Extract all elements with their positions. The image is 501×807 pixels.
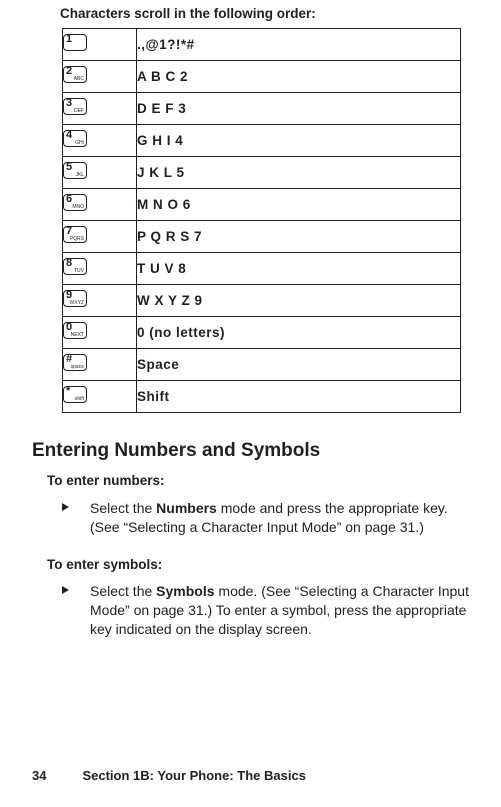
table-row: 0 NEXT 0 (no letters): [63, 317, 461, 349]
keypad-4-icon: 4 GHI: [63, 130, 87, 147]
key-main: #: [66, 354, 72, 365]
table-row: 8 TUV T U V 8: [63, 253, 461, 285]
key-sub: DEF: [74, 109, 84, 114]
char-cell: G H I 4: [137, 125, 461, 157]
key-main: 1: [66, 34, 72, 45]
text-span: Select the: [90, 500, 156, 516]
key-main: 8: [66, 258, 72, 269]
keypad-6-icon: 6 MNO: [63, 194, 87, 211]
char-cell: W X Y Z 9: [137, 285, 461, 317]
char-cell: 0 (no letters): [137, 317, 461, 349]
key-sub: WXYZ: [70, 301, 84, 306]
page-footer: 34 Section 1B: Your Phone: The Basics: [32, 768, 306, 783]
keypad-5-icon: 5 JKL: [63, 162, 87, 179]
char-cell: P Q R S 7: [137, 221, 461, 253]
table-row: * shift Shift: [63, 381, 461, 413]
text-span: Select the: [90, 583, 156, 599]
table-row: 5 JKL J K L 5: [63, 157, 461, 189]
table-row: 4 GHI G H I 4: [63, 125, 461, 157]
bullet-numbers: Select the Numbers mode and press the ap…: [62, 499, 472, 537]
keypad-8-icon: 8 TUV: [63, 258, 87, 275]
key-cell: * shift: [63, 381, 137, 413]
keypad-2-icon: 2 ABC: [63, 66, 87, 83]
key-main: 6: [66, 194, 72, 205]
char-cell: Space: [137, 349, 461, 381]
key-main: 9: [66, 290, 72, 301]
table-row: 7 PQRS P Q R S 7: [63, 221, 461, 253]
table-row: 9 WXYZ W X Y Z 9: [63, 285, 461, 317]
bold-span: Numbers: [156, 500, 217, 516]
section-intro-text: Characters scroll in the following order…: [60, 6, 316, 21]
key-cell: 3 DEF: [63, 93, 137, 125]
char-cell: A B C 2: [137, 61, 461, 93]
char-cell: J K L 5: [137, 157, 461, 189]
heading-entering-numbers-symbols: Entering Numbers and Symbols: [32, 440, 320, 462]
triangle-bullet-icon: [62, 586, 69, 594]
key-sub: MNO: [72, 205, 84, 210]
character-table: 1 .,@1?!*# 2 ABC A B C 2 3: [62, 28, 461, 413]
key-cell: 2 ABC: [63, 61, 137, 93]
char-cell: T U V 8: [137, 253, 461, 285]
keypad-3-icon: 3 DEF: [63, 98, 87, 115]
key-main: 2: [66, 66, 72, 77]
key-cell: 4 GHI: [63, 125, 137, 157]
key-main: 4: [66, 130, 72, 141]
key-cell: 9 WXYZ: [63, 285, 137, 317]
key-sub: space: [71, 365, 84, 370]
table-row: 6 MNO M N O 6: [63, 189, 461, 221]
table-row: 2 ABC A B C 2: [63, 61, 461, 93]
key-sub: JKL: [75, 173, 84, 178]
keypad-1-icon: 1: [63, 34, 87, 51]
key-cell: 1: [63, 29, 137, 61]
key-main: 7: [66, 226, 72, 237]
key-sub: shift: [75, 397, 84, 402]
table-row: 3 DEF D E F 3: [63, 93, 461, 125]
char-cell: .,@1?!*#: [137, 29, 461, 61]
key-cell: 8 TUV: [63, 253, 137, 285]
char-cell: Shift: [137, 381, 461, 413]
table-row: 1 .,@1?!*#: [63, 29, 461, 61]
key-main: 0: [66, 322, 72, 333]
key-cell: # space: [63, 349, 137, 381]
key-cell: 7 PQRS: [63, 221, 137, 253]
key-main: *: [66, 386, 70, 397]
key-main: 5: [66, 162, 72, 173]
key-cell: 5 JKL: [63, 157, 137, 189]
keypad-9-icon: 9 WXYZ: [63, 290, 87, 307]
character-table-body: 1 .,@1?!*# 2 ABC A B C 2 3: [63, 29, 461, 413]
page-number: 34: [32, 768, 46, 783]
key-sub: ABC: [74, 77, 84, 82]
key-main: 3: [66, 98, 72, 109]
table-row: # space Space: [63, 349, 461, 381]
bold-span: Symbols: [156, 583, 214, 599]
page: Characters scroll in the following order…: [0, 0, 501, 807]
key-cell: 0 NEXT: [63, 317, 137, 349]
keypad-star-icon: * shift: [63, 386, 87, 403]
triangle-bullet-icon: [62, 503, 69, 511]
bullet-symbols-text: Select the Symbols mode. (See “Selecting…: [90, 582, 470, 639]
key-sub: PQRS: [70, 237, 84, 242]
keypad-hash-icon: # space: [63, 354, 87, 371]
char-cell: M N O 6: [137, 189, 461, 221]
key-cell: 6 MNO: [63, 189, 137, 221]
keypad-7-icon: 7 PQRS: [63, 226, 87, 243]
bullet-numbers-text: Select the Numbers mode and press the ap…: [90, 499, 470, 537]
key-sub: GHI: [75, 141, 84, 146]
footer-section-title: Section 1B: Your Phone: The Basics: [82, 768, 305, 783]
key-sub: NEXT: [71, 333, 84, 338]
char-cell: D E F 3: [137, 93, 461, 125]
keypad-0-icon: 0 NEXT: [63, 322, 87, 339]
subhead-to-enter-symbols: To enter symbols:: [47, 557, 162, 572]
bullet-symbols: Select the Symbols mode. (See “Selecting…: [62, 582, 472, 639]
key-sub: TUV: [74, 269, 84, 274]
subhead-to-enter-numbers: To enter numbers:: [47, 473, 165, 488]
